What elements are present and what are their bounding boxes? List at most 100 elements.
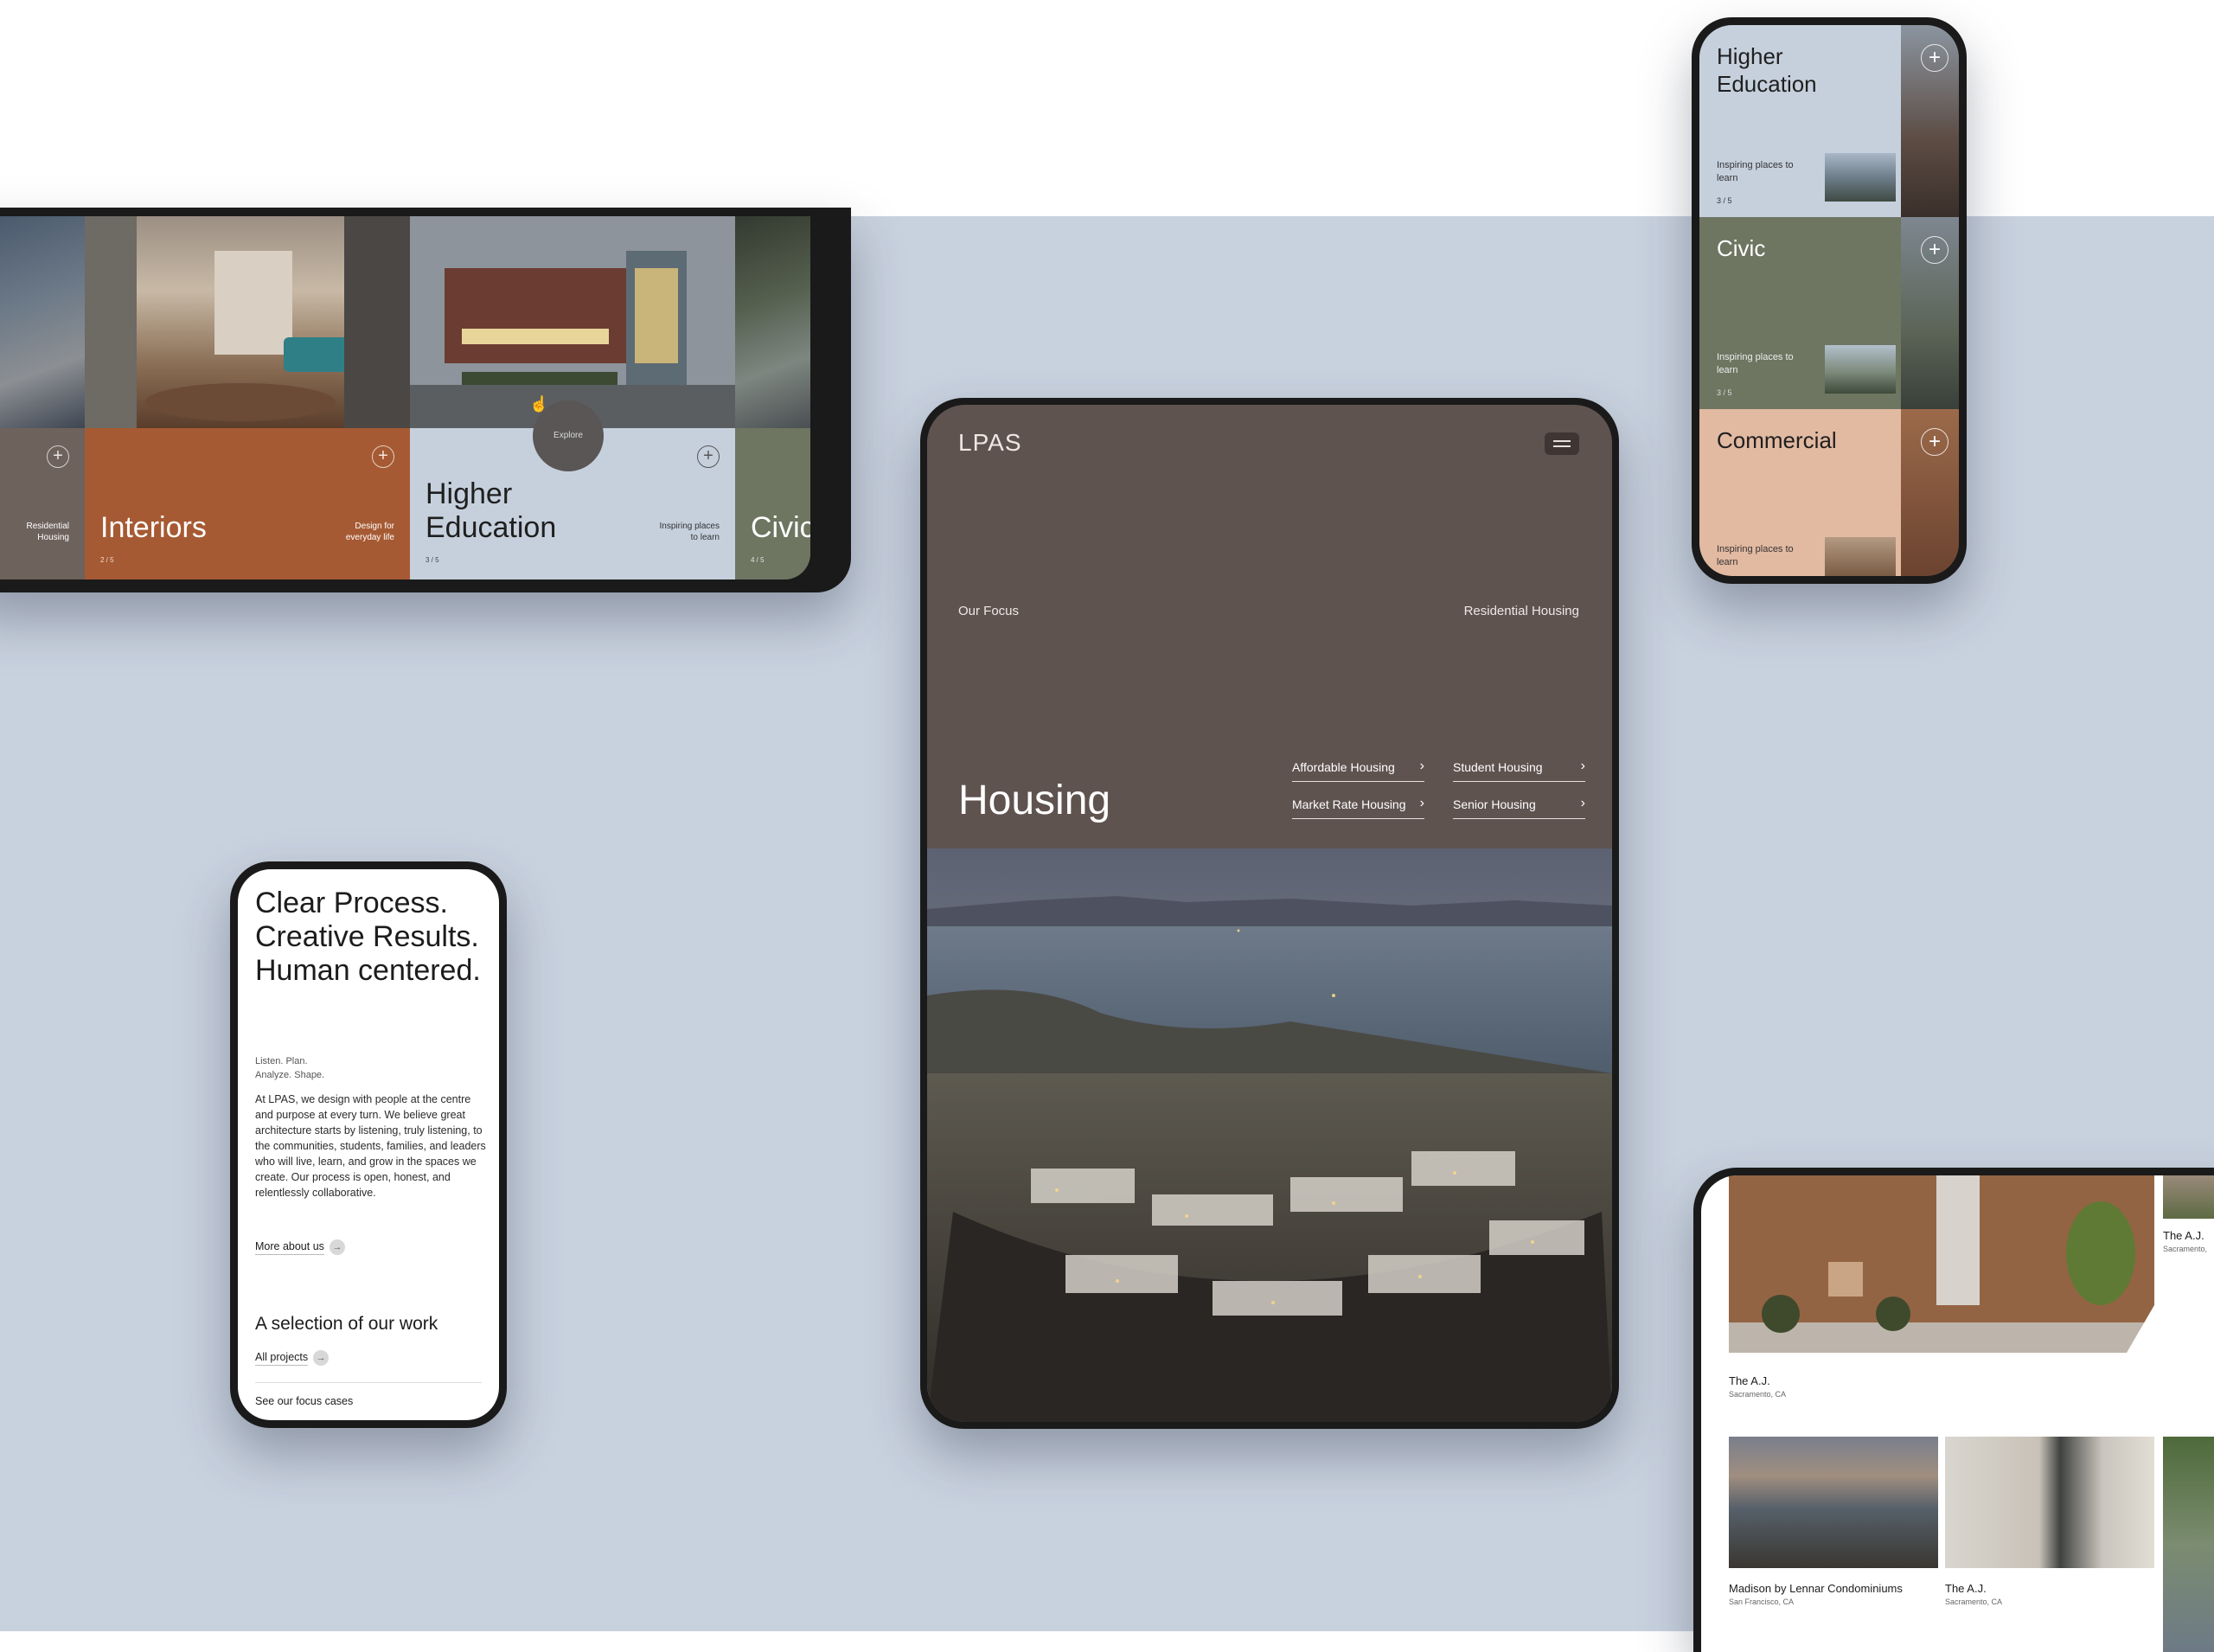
selection-heading: A selection of our work: [255, 1314, 438, 1334]
focus-column-residential[interactable]: + Residential Housing: [0, 216, 85, 579]
divider: [255, 1382, 482, 1383]
chevron-right-icon: ›: [1580, 759, 1585, 773]
expand-plus-icon[interactable]: +: [1921, 428, 1948, 456]
project-photo-aj-large[interactable]: [1729, 1175, 2154, 1353]
column-subtitle: Design for everyday life: [345, 522, 394, 542]
focus-row-commercial[interactable]: Commercial Inspiring places to learn +: [1699, 409, 1959, 576]
tablet-screen: LPAS Our Focus Residential Housing Housi…: [927, 405, 1612, 1422]
residential-panel: + Residential Housing: [0, 428, 85, 579]
more-about-us-link[interactable]: More about us →: [255, 1239, 345, 1256]
row-title: Commercial: [1717, 427, 1837, 453]
row-thumbnail: [1825, 345, 1896, 394]
phone-left-screen: Clear Process. Creative Results. Human c…: [238, 869, 499, 1420]
project-location: San Francisco, CA: [1729, 1598, 1795, 1606]
link-label: All projects: [255, 1351, 309, 1367]
column-index: 2 / 5: [100, 556, 114, 564]
link-affordable-housing[interactable]: Affordable Housing ›: [1292, 755, 1424, 782]
laptop-device: + Residential Housing + Interiors Design…: [0, 208, 851, 592]
column-subtitle: Residential Housing: [26, 522, 69, 542]
intro-paragraph: At LPAS, we design with people at the ce…: [255, 1093, 486, 1199]
project-title[interactable]: The A.J.: [1729, 1374, 1770, 1387]
column-title: Civic: [751, 511, 810, 544]
focus-column-interiors[interactable]: + Interiors Design for everyday life 2 /…: [85, 216, 410, 579]
row-subtitle: Inspiring places to learn: [1717, 160, 1794, 183]
link-label: Market Rate Housing: [1292, 797, 1406, 811]
chevron-right-icon: ›: [1580, 796, 1585, 810]
project-photo-partial[interactable]: [2163, 1437, 2214, 1652]
chevron-right-icon: ›: [1419, 796, 1424, 810]
laptop-screen: + Residential Housing + Interiors Design…: [0, 216, 810, 579]
project-title[interactable]: The A.J.: [2163, 1229, 2204, 1242]
expand-plus-icon[interactable]: +: [47, 445, 69, 468]
focus-cases-link[interactable]: See our focus cases: [255, 1395, 353, 1407]
hero-aerial-photo: [927, 848, 1612, 1422]
expand-plus-icon[interactable]: +: [697, 445, 720, 468]
row-panel: Commercial Inspiring places to learn: [1699, 409, 1901, 576]
row-thumbnail: [1825, 153, 1896, 202]
row-index: 3 / 5: [1717, 196, 1732, 205]
column-index: 3 / 5: [426, 556, 439, 564]
tablet-projects-device: The A.J. Sacramento, CA The A.J. Sacrame…: [1693, 1168, 2214, 1652]
interiors-photo: [85, 216, 410, 428]
process-steps-line-2: Analyze. Shape.: [255, 1070, 325, 1080]
project-photo-aj-interior[interactable]: [1945, 1437, 2154, 1568]
all-projects-link[interactable]: All projects →: [255, 1350, 330, 1367]
expand-plus-icon[interactable]: +: [1921, 236, 1948, 264]
menu-bar-top: [1553, 440, 1571, 442]
residential-housing-breadcrumb[interactable]: Residential Housing: [1464, 604, 1579, 618]
process-steps-line-1: Listen. Plan.: [255, 1056, 308, 1066]
row-index: 3 / 5: [1717, 388, 1732, 397]
link-label: Senior Housing: [1453, 797, 1536, 811]
higher-education-photo: [410, 216, 735, 428]
headline: Clear Process. Creative Results. Human c…: [255, 887, 481, 987]
focus-row-civic[interactable]: Civic Inspiring places to learn 3 / 5 +: [1699, 217, 1959, 409]
tablet-projects-screen: The A.J. Sacramento, CA The A.J. Sacrame…: [1701, 1175, 2214, 1652]
row-title: Civic: [1717, 235, 1766, 261]
row-thumbnail: [1825, 537, 1896, 576]
civic-panel: Civic 4 / 5: [735, 428, 810, 579]
focus-column-higher-education[interactable]: + Higher Education Inspiring places to l…: [410, 216, 735, 579]
link-label: Student Housing: [1453, 760, 1543, 774]
residential-photo: [0, 216, 85, 428]
menu-bar-bottom: [1553, 445, 1571, 447]
project-title[interactable]: The A.J.: [1945, 1582, 1987, 1595]
chevron-right-icon: ›: [1419, 759, 1424, 773]
civic-photo: [735, 216, 810, 428]
pointer-cursor-icon: ☝: [529, 395, 549, 413]
process-steps: Listen. Plan. Analyze. Shape.: [255, 1054, 324, 1082]
project-location: Sacramento, CA: [1729, 1390, 1787, 1399]
arrow-right-icon: →: [329, 1239, 345, 1255]
focus-row-higher-education[interactable]: Higher Education Inspiring places to lea…: [1699, 25, 1959, 217]
project-photo-madison[interactable]: [1729, 1437, 1938, 1568]
phone-right-screen: Higher Education Inspiring places to lea…: [1699, 25, 1959, 576]
phone-right-device: Higher Education Inspiring places to lea…: [1692, 17, 1967, 584]
arrow-right-icon: →: [313, 1350, 330, 1366]
higher-education-photo-art: [410, 216, 735, 428]
page-title: Housing: [958, 778, 1111, 823]
expand-plus-icon[interactable]: +: [372, 445, 394, 468]
link-senior-housing[interactable]: Senior Housing ›: [1453, 792, 1585, 819]
hamburger-menu-icon[interactable]: [1545, 432, 1579, 455]
interiors-panel: + Interiors Design for everyday life 2 /…: [85, 428, 410, 579]
link-student-housing[interactable]: Student Housing ›: [1453, 755, 1585, 782]
project-location: Sacramento,: [2163, 1245, 2208, 1253]
column-title: Interiors: [100, 511, 207, 544]
row-title: Higher Education: [1717, 43, 1817, 97]
interiors-photo-art: [85, 216, 410, 428]
project-title[interactable]: Madison by Lennar Condominiums: [1729, 1582, 1903, 1595]
expand-plus-icon[interactable]: +: [1921, 44, 1948, 72]
column-index: 4 / 5: [751, 556, 765, 564]
row-panel: Higher Education Inspiring places to lea…: [1699, 25, 1901, 217]
lpas-logo[interactable]: LPAS: [958, 429, 1022, 457]
column-subtitle: Inspiring places to learn: [659, 522, 720, 542]
row-subtitle: Inspiring places to learn: [1717, 544, 1794, 567]
link-label: Affordable Housing: [1292, 760, 1395, 774]
project-location: Sacramento, CA: [1945, 1598, 2003, 1606]
our-focus-label: Our Focus: [958, 604, 1020, 618]
tablet-device: LPAS Our Focus Residential Housing Housi…: [920, 398, 1619, 1429]
link-market-rate-housing[interactable]: Market Rate Housing ›: [1292, 792, 1424, 819]
focus-column-civic[interactable]: Civic 4 / 5: [735, 216, 810, 579]
project-photo-aj-small[interactable]: [2163, 1175, 2214, 1219]
link-label: More about us: [255, 1240, 324, 1256]
phone-left-device: Clear Process. Creative Results. Human c…: [230, 861, 507, 1428]
